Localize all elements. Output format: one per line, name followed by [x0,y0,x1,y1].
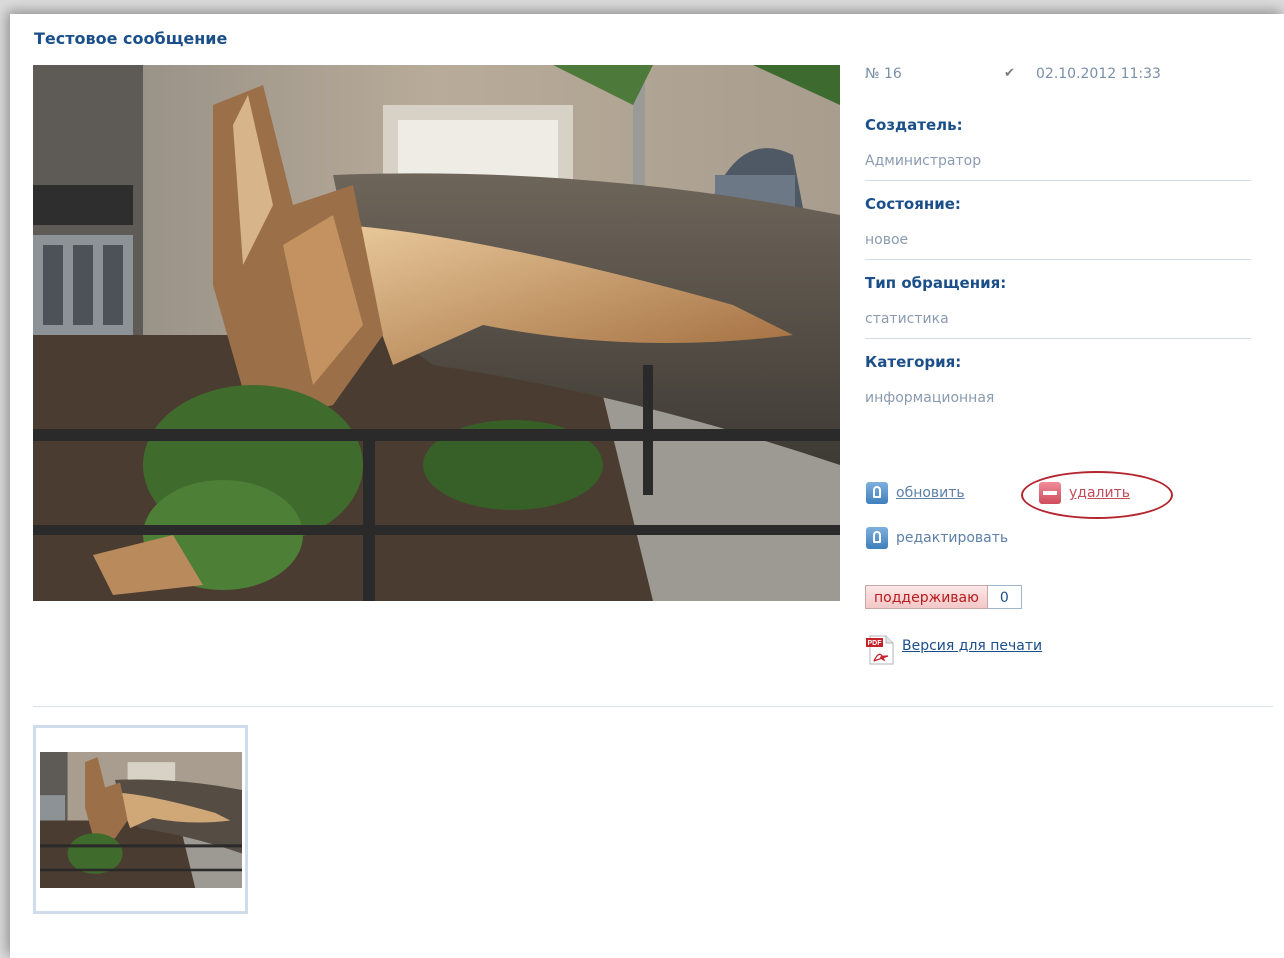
divider [33,706,1273,707]
support-button[interactable]: поддерживаю [865,585,988,609]
print-version: PDF Версия для печати [866,634,1042,666]
pdf-icon: PDF [866,635,894,665]
delete-label: удалить [1069,485,1130,501]
request-type-value: статистика [865,311,1251,339]
fallen-tree-image [33,65,840,601]
support-count: 0 [987,585,1022,609]
update-button[interactable]: обновить [866,482,965,504]
message-actions: обновить удалить редактировать [855,470,1255,550]
category-value: информационная [865,390,995,406]
page-title: Тестовое сообщение [34,29,228,48]
message-date: 02.10.2012 11:33 [1036,66,1161,82]
edit-button[interactable]: редактировать [866,527,1008,549]
photo-thumbnail[interactable] [33,725,248,914]
update-icon [866,482,888,504]
category-label: Категория: [865,353,962,371]
thumbnail-image [40,752,242,888]
message-info: № 16 ✔ 02.10.2012 11:33 Создатель: Админ… [865,66,1251,417]
check-icon: ✔ [1004,66,1015,81]
status-label: Состояние: [865,195,961,213]
creator-value: Администратор [865,153,1251,181]
print-version-link[interactable]: Версия для печати [902,638,1042,654]
creator-label: Создатель: [865,116,963,134]
delete-icon [1039,482,1061,504]
edit-icon [866,527,888,549]
message-photo[interactable] [33,65,840,601]
delete-button[interactable]: удалить [1039,482,1130,504]
pdf-icon-text: PDF [868,640,883,647]
edit-label: редактировать [896,530,1009,546]
meta-row: № 16 ✔ 02.10.2012 11:33 [865,66,1251,86]
message-number: № 16 [865,66,902,82]
status-value: новое [865,232,1251,260]
support-widget: поддерживаю 0 [865,585,1022,609]
request-type-label: Тип обращения: [865,274,1007,292]
thumbnail-tree-image [40,752,242,888]
update-label: обновить [896,485,965,501]
